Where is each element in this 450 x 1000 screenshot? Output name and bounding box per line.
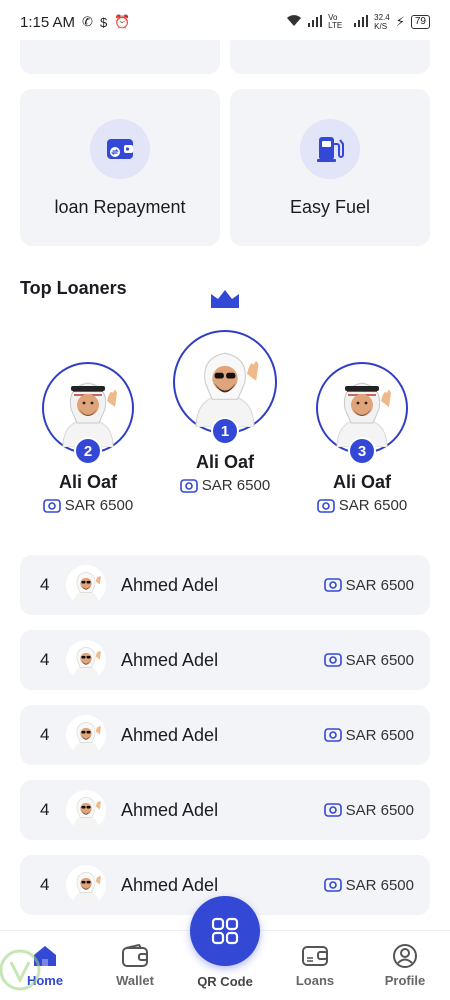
service-card-partial[interactable] (230, 40, 430, 74)
money-icon (323, 578, 342, 592)
wallet-transfer-icon (90, 119, 150, 179)
qr-code-icon (211, 917, 239, 945)
loans-icon (301, 943, 329, 969)
list-item[interactable]: 4 Ahmed Adel SAR 6500 (20, 630, 430, 690)
row-amount: SAR 6500 (323, 876, 414, 894)
row-amount: SAR 6500 (323, 576, 414, 594)
avatar (66, 790, 106, 830)
money-icon (323, 653, 342, 667)
row-name: Ahmed Adel (121, 874, 219, 895)
row-amount: SAR 6500 (323, 651, 414, 669)
alarm-icon: ⏰ (114, 14, 131, 29)
wallet-icon (121, 943, 149, 969)
list-item[interactable]: 4 Ahmed Adel SAR 6500 (20, 555, 430, 615)
status-bar: 1:15 AM ✆ $ ⏰ Vo LTE 32.4 K/S ⚡ 79 (0, 0, 450, 44)
signal-icon-2 (354, 14, 369, 30)
service-label: Easy Fuel (289, 197, 371, 217)
row-amount-value: SAR 6500 (345, 801, 414, 819)
podium-amount: SAR 6500 (316, 497, 408, 514)
nav-label: Loans (295, 973, 335, 988)
status-time: 1:15 AM (20, 13, 76, 31)
row-rank: 4 (40, 800, 50, 819)
service-card-partial[interactable] (20, 40, 220, 74)
charging-icon: ⚡ (395, 14, 405, 29)
podium-name: Ali Oaf (195, 452, 254, 472)
row-amount-value: SAR 6500 (345, 726, 414, 744)
row-amount: SAR 6500 (323, 801, 414, 819)
avatar-ring: 3 (316, 362, 408, 465)
rank-badge: 2 (74, 437, 102, 465)
nav-wallet[interactable]: Wallet (90, 931, 180, 1000)
nav-label: Wallet (116, 973, 154, 988)
whatsapp-icon: ✆ (82, 14, 93, 29)
speed-unit: K/S (374, 22, 388, 31)
row-amount-value: SAR 6500 (345, 651, 414, 669)
nav-profile[interactable]: Profile (360, 931, 450, 1000)
row-amount-value: SAR 6500 (345, 576, 414, 594)
status-left: 1:15 AM ✆ $ ⏰ (20, 14, 130, 31)
avatar (66, 640, 106, 680)
speed-indicator: 32.4 K/S (374, 13, 390, 31)
podium-item-rank-1[interactable]: 1 Ali Oaf SAR 6500 (155, 290, 295, 494)
nav-label: Profile (384, 973, 426, 988)
battery-indicator: 79 (410, 15, 430, 29)
list-item[interactable]: 4 Ahmed Adel SAR 6500 (20, 780, 430, 840)
row-amount: SAR 6500 (323, 726, 414, 744)
podium-amount: SAR 6500 (42, 497, 134, 514)
service-label: loan Repayment (54, 197, 186, 217)
podium-item-rank-3[interactable]: 3 Ali Oaf SAR 6500 (292, 362, 432, 514)
nav-loans[interactable]: Loans (270, 931, 360, 1000)
row-name: Ahmed Adel (121, 649, 219, 670)
status-right: Vo LTE 32.4 K/S ⚡ 79 (286, 13, 430, 31)
qr-code-button[interactable] (190, 896, 260, 966)
podium-amount-value: SAR 6500 (64, 497, 134, 514)
row-name: Ahmed Adel (121, 799, 219, 820)
avatar (66, 715, 106, 755)
podium-amount-value: SAR 6500 (338, 497, 408, 514)
money-icon (323, 878, 342, 892)
podium-amount: SAR 6500 (179, 477, 271, 494)
avatar (66, 865, 106, 905)
qr-code-label[interactable]: QR Code (180, 974, 270, 989)
fuel-pump-icon (300, 119, 360, 179)
network-type: Vo LTE (328, 13, 343, 30)
top-loaners-title: Top Loaners (20, 278, 127, 298)
profile-icon (392, 943, 418, 969)
wifi-icon (286, 14, 302, 30)
signal-icon (308, 14, 323, 30)
money-icon (323, 803, 342, 817)
row-rank: 4 (40, 575, 50, 594)
row-amount-value: SAR 6500 (345, 876, 414, 894)
avatar (195, 352, 259, 427)
loan-repayment-card[interactable]: loan Repayment (20, 89, 220, 246)
row-rank: 4 (40, 875, 50, 894)
podium-amount-value: SAR 6500 (201, 477, 271, 494)
speed-value: 32.4 (374, 13, 390, 22)
money-icon (179, 478, 198, 493)
watermark-logo (0, 949, 41, 991)
avatar (66, 565, 106, 605)
avatar-ring: 2 (42, 362, 134, 465)
row-rank: 4 (40, 650, 50, 669)
rank-badge: 3 (348, 437, 376, 465)
money-icon (42, 498, 61, 513)
avatar (62, 382, 117, 447)
money-icon (316, 498, 335, 513)
list-item[interactable]: 4 Ahmed Adel SAR 6500 (20, 705, 430, 765)
row-name: Ahmed Adel (121, 724, 219, 745)
easy-fuel-card[interactable]: Easy Fuel (230, 89, 430, 246)
podium-item-rank-2[interactable]: 2 Ali Oaf SAR 6500 (18, 362, 158, 514)
podium-name: Ali Oaf (332, 472, 391, 492)
rank-badge: 1 (211, 417, 239, 445)
crown-icon (211, 290, 239, 308)
avatar-ring: 1 (173, 290, 277, 445)
row-name: Ahmed Adel (121, 574, 219, 595)
money-icon (323, 728, 342, 742)
app-notification-icon: $ (99, 14, 108, 30)
avatar (336, 382, 391, 447)
row-rank: 4 (40, 725, 50, 744)
podium-name: Ali Oaf (58, 472, 117, 492)
